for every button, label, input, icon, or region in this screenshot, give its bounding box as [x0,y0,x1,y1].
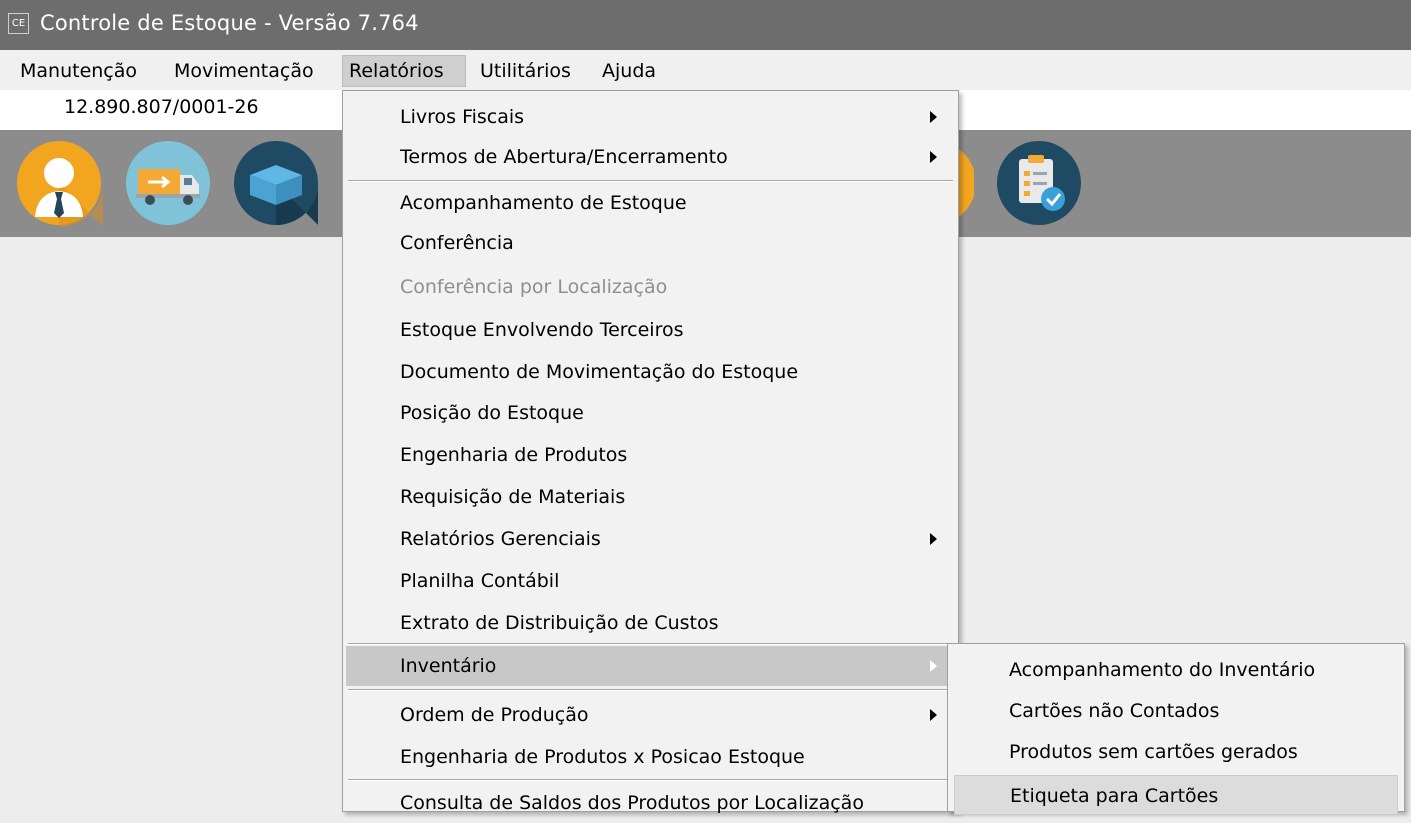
submenu-arrow-icon [930,709,937,721]
menu-item-label: Conferência [400,232,514,254]
menu-item-label: Consulta de Saldos dos Produtos por Loca… [400,792,864,814]
menu-movimentacao[interactable]: Movimentação [168,55,320,87]
menu-item-label: Posição do Estoque [400,402,584,424]
menu-item-inventario[interactable]: Inventário [346,646,955,686]
menu-item-ordem-producao[interactable]: Ordem de Produção [346,695,955,735]
submenu-item-acompanhamento-inventario[interactable]: Acompanhamento do Inventário [954,650,1398,690]
menu-item-label: Documento de Movimentação do Estoque [400,361,799,383]
menu-item-label: Termos de Abertura/Encerramento [400,146,728,168]
cnpj-text: 12.890.807/0001-26 [64,96,259,118]
menu-item-label: Ordem de Produção [400,704,589,726]
submenu-arrow-icon [930,151,937,163]
menu-item-label: Planilha Contábil [400,570,560,592]
submenu-arrow-icon [930,660,937,672]
menu-item-label: Conferência por Localização [400,276,668,298]
submenu-arrow-icon [930,533,937,545]
inventario-submenu: Acompanhamento do Inventário Cartões não… [947,643,1405,815]
menu-item-livros-fiscais[interactable]: Livros Fiscais [346,97,955,137]
menu-relatorios[interactable]: Relatórios [342,55,466,87]
menu-manutencao[interactable]: Manutenção [14,55,143,87]
menu-item-documento-movimentacao[interactable]: Documento de Movimentação do Estoque [346,352,955,392]
menu-separator [348,779,953,781]
menu-item-label: Engenharia de Produtos x Posicao Estoque [400,746,805,768]
menu-utilitarios[interactable]: Utilitários [474,55,577,87]
menu-item-engenharia-posicao[interactable]: Engenharia de Produtos x Posicao Estoque [346,737,955,777]
menu-item-label: Extrato de Distribuição de Custos [400,612,719,634]
menu-item-label: Relatórios Gerenciais [400,528,601,550]
submenu-item-cartoes-nao-contados[interactable]: Cartões não Contados [954,691,1398,731]
menu-item-posicao-estoque[interactable]: Posição do Estoque [346,393,955,433]
menu-item-label: Livros Fiscais [400,106,525,128]
menu-item-planilha-contabil[interactable]: Planilha Contábil [346,561,955,601]
menu-item-estoque-terceiros[interactable]: Estoque Envolvendo Terceiros [346,310,955,350]
menu-item-label: Acompanhamento de Estoque [400,192,687,214]
app-icon[interactable]: CE [8,13,29,34]
menu-item-label: Engenharia de Produtos [400,444,628,466]
menu-item-label: Requisição de Materiais [400,486,626,508]
box-icon[interactable] [232,139,320,227]
menu-item-conferencia-localizacao: Conferência por Localização [346,267,955,307]
menu-item-consulta-saldos[interactable]: Consulta de Saldos dos Produtos por Loca… [346,783,955,823]
menu-item-extrato-custos[interactable]: Extrato de Distribuição de Custos [346,603,955,643]
user-businessman-icon[interactable] [15,139,103,227]
title-bar: CE Controle de Estoque - Versão 7.764 [0,0,1411,50]
submenu-item-etiqueta-cartoes[interactable]: Etiqueta para Cartões [954,775,1398,815]
menu-separator [348,180,953,182]
menu-separator [348,643,953,645]
menu-bar: Manutenção Movimentação Relatórios Utili… [0,50,1411,90]
menu-item-label: Inventário [400,655,497,677]
menu-item-requisicao-materiais[interactable]: Requisição de Materiais [346,477,955,517]
clipboard-check-icon[interactable] [995,139,1083,227]
menu-item-termos-abertura[interactable]: Termos de Abertura/Encerramento [346,137,955,177]
menu-ajuda[interactable]: Ajuda [596,55,662,87]
window-title: Controle de Estoque - Versão 7.764 [40,11,419,35]
delivery-truck-icon[interactable] [124,139,212,227]
submenu-item-produtos-sem-cartoes[interactable]: Produtos sem cartões gerados [954,732,1398,772]
submenu-arrow-icon [930,111,937,123]
menu-item-conferencia[interactable]: Conferência [346,223,955,263]
menu-separator [348,689,953,691]
menu-item-relatorios-gerenciais[interactable]: Relatórios Gerenciais [346,519,955,559]
menu-item-acompanhamento-estoque[interactable]: Acompanhamento de Estoque [346,183,955,223]
relatorios-dropdown-menu: Livros Fiscais Termos de Abertura/Encerr… [342,90,959,814]
menu-item-engenharia-produtos[interactable]: Engenharia de Produtos [346,435,955,475]
menu-item-label: Estoque Envolvendo Terceiros [400,319,684,341]
